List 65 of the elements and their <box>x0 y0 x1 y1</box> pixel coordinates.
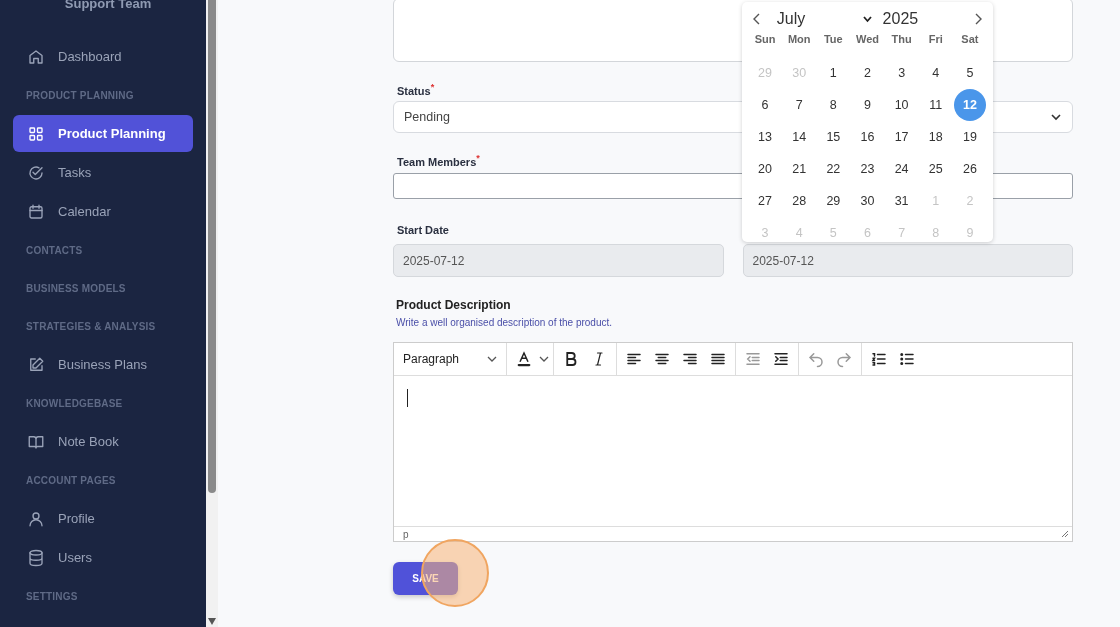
sidebar-item[interactable]: Note Book <box>13 423 193 460</box>
user-icon <box>27 509 45 528</box>
resize-handle-icon[interactable] <box>1061 530 1069 538</box>
calendar-day[interactable]: 5 <box>953 57 986 89</box>
calendar-day[interactable]: 29 <box>817 185 850 217</box>
chevron-down-icon <box>1050 111 1062 123</box>
sidebar-item[interactable]: Business Plans <box>13 346 193 383</box>
calendar-day[interactable]: 21 <box>783 153 816 185</box>
calendar-day[interactable]: 3 <box>885 57 918 89</box>
date-field[interactable]: 2025-07-12 <box>742 244 1073 277</box>
field-label: Team Members <box>397 155 477 168</box>
calendar-day[interactable]: 25 <box>919 153 952 185</box>
calendar-day[interactable]: 22 <box>817 153 850 185</box>
edit-icon <box>27 355 45 374</box>
section-header: BUSINESS MODELS <box>25 282 127 296</box>
weekday-label: Fri <box>927 33 944 47</box>
calendar-day[interactable]: 1 <box>817 57 850 89</box>
section-header: ACCOUNT PAGES <box>25 474 117 488</box>
required-mark: * <box>476 153 480 163</box>
section-header: SETTINGS <box>25 590 79 604</box>
element-path: p <box>403 528 409 540</box>
chevron-down-icon[interactable] <box>538 354 550 364</box>
sidebar-item[interactable]: Profile <box>13 500 193 537</box>
calendar-day[interactable]: 4 <box>919 57 952 89</box>
weekday-label: Wed <box>854 33 880 47</box>
block-format-dropdown[interactable]: Paragraph <box>397 345 503 373</box>
section-header: PRODUCT PLANNING <box>25 89 135 103</box>
sidebar-item[interactable]: Product Planning <box>13 115 193 152</box>
scroll-down-icon[interactable] <box>208 618 216 625</box>
chevron-down-icon <box>862 15 872 23</box>
calendar-day[interactable]: 24 <box>885 153 918 185</box>
month-select[interactable]: July <box>776 10 872 28</box>
date-field[interactable]: 2025-07-12 <box>393 244 724 277</box>
calendar-day[interactable]: 27 <box>749 185 782 217</box>
field-label: Product Description <box>395 298 512 314</box>
grid-icon <box>27 124 45 143</box>
sidebar-item[interactable]: Users <box>13 539 193 576</box>
calendar-day[interactable]: 23 <box>851 153 884 185</box>
weekday-label: Mon <box>786 33 812 47</box>
check-circle-icon <box>27 163 45 182</box>
help-text: Write a well organised description of the product. <box>395 317 614 330</box>
weekday-label: Tue <box>822 33 844 47</box>
weekday-label: Sat <box>960 33 980 47</box>
section-header: KNOWLEDGEBASE <box>25 397 124 411</box>
field-label: Start Date <box>396 223 449 237</box>
scrollbar[interactable] <box>206 0 218 627</box>
sidebar-item[interactable]: Calendar <box>13 193 193 230</box>
year-field[interactable]: 2025 <box>882 10 919 28</box>
sidebar-item[interactable]: Tasks <box>13 154 193 191</box>
database-icon <box>27 548 45 567</box>
weekday-label: Thu <box>890 33 913 47</box>
calendar-icon <box>27 202 45 221</box>
section-header: STRATEGIES & ANALYSIS <box>25 320 157 334</box>
calendar-day[interactable]: 20 <box>749 153 782 185</box>
calendar-day[interactable]: 28 <box>783 185 816 217</box>
chevron-down-icon <box>487 354 497 364</box>
sidebar-item[interactable]: Dashboard <box>13 38 193 75</box>
weekday-label: Sun <box>753 33 777 47</box>
calendar-day[interactable]: 26 <box>953 153 986 185</box>
field-label: Status <box>397 84 431 97</box>
calendar-day[interactable]: 2 <box>851 57 884 89</box>
calendar-day[interactable]: 30 <box>851 185 884 217</box>
section-header: CONTACTS <box>25 244 84 258</box>
required-mark: * <box>430 82 435 92</box>
calendar-day[interactable]: 31 <box>885 185 918 217</box>
